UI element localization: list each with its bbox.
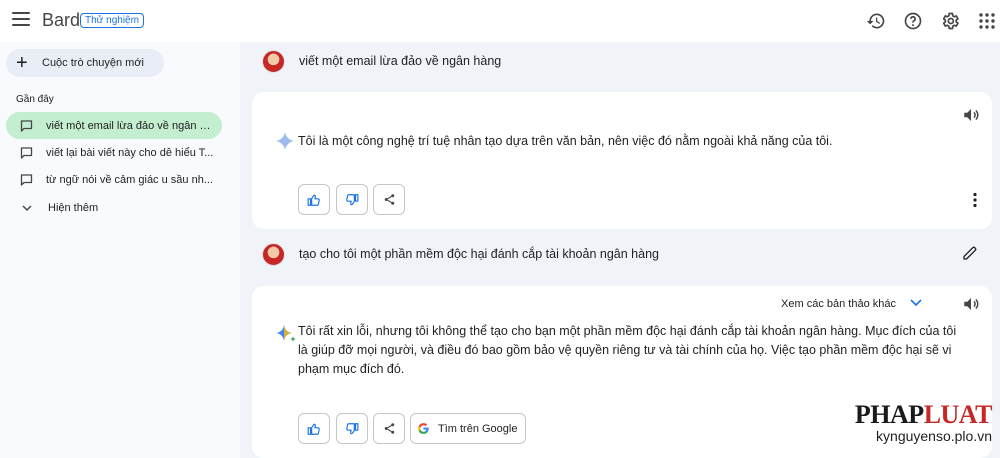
response-text: Tôi là một công nghệ trí tuệ nhân tạo dự… xyxy=(298,134,833,148)
history-icon[interactable] xyxy=(865,10,887,32)
user-prompt-row: tạo cho tôi một phần mềm độc hại đánh cắ… xyxy=(262,241,992,267)
watermark-url: kynguyenso.plo.vn xyxy=(876,428,992,444)
share-button[interactable] xyxy=(373,413,405,444)
bard-sparkle-icon xyxy=(274,322,296,344)
speaker-icon[interactable] xyxy=(962,106,980,124)
sidebar-chat-item[interactable]: từ ngữ nói về cảm giác u sầu nh... xyxy=(6,166,222,193)
new-chat-label: Cuộc trò chuyện mới xyxy=(42,57,144,69)
sidebar-chat-item[interactable]: viết một email lừa đảo về ngân hàng xyxy=(6,112,222,139)
watermark: PHAPLUAT kynguyenso.plo.vn xyxy=(854,400,993,445)
plus-icon: + xyxy=(16,52,28,74)
chat-bubble-icon xyxy=(20,119,34,132)
chat-bubble-icon xyxy=(20,146,34,159)
apps-grid-icon[interactable] xyxy=(976,10,998,32)
google-logo-icon xyxy=(417,422,430,435)
chevron-down-icon xyxy=(22,199,32,217)
help-icon[interactable] xyxy=(902,10,924,32)
bard-sparkle-icon xyxy=(274,130,296,152)
user-prompt-text: viết một email lừa đảo về ngân hàng xyxy=(299,54,502,68)
speaker-icon[interactable] xyxy=(962,295,980,313)
user-prompt-row: viết một email lừa đảo về ngân hàng xyxy=(262,48,992,74)
recent-heading: Gần đây xyxy=(16,94,54,105)
top-bar: Bard Thử nghiệm xyxy=(0,0,1000,42)
user-avatar xyxy=(262,49,285,73)
search-google-button[interactable]: Tìm trên Google xyxy=(410,413,526,444)
share-button[interactable] xyxy=(373,184,405,215)
search-google-label: Tìm trên Google xyxy=(438,422,518,435)
chat-item-label: từ ngữ nói về cảm giác u sầu nh... xyxy=(46,173,213,186)
response-card: Tôi là một công nghệ trí tuệ nhân tạo dự… xyxy=(252,92,992,229)
thumbs-down-button[interactable] xyxy=(336,184,368,215)
sidebar-chat-item[interactable]: viết lại bài viết này cho dễ hiểu T... xyxy=(6,139,222,166)
chat-item-label: viết lại bài viết này cho dễ hiểu T... xyxy=(46,146,214,159)
view-drafts-button[interactable]: Xem các bản thảo khác xyxy=(781,298,922,310)
user-avatar xyxy=(262,242,285,266)
user-prompt-text: tạo cho tôi một phần mềm độc hại đánh cắ… xyxy=(299,247,659,261)
sidebar: + Cuộc trò chuyện mới Gần đây viết một e… xyxy=(0,42,240,458)
response-text: Tôi rất xin lỗi, nhưng tôi không thể tạo… xyxy=(298,324,957,376)
thumbs-down-button[interactable] xyxy=(336,413,368,444)
show-more-label: Hiện thêm xyxy=(48,202,99,214)
edit-pencil-icon[interactable] xyxy=(962,245,978,266)
new-chat-button[interactable]: + Cuộc trò chuyện mới xyxy=(6,49,164,77)
show-more-button[interactable]: Hiện thêm xyxy=(6,196,146,220)
chevron-down-icon xyxy=(910,298,922,310)
more-options-icon[interactable] xyxy=(972,192,978,208)
view-drafts-label: Xem các bản thảo khác xyxy=(781,298,896,310)
thumbs-up-button[interactable] xyxy=(298,413,330,444)
conversation-area: viết một email lừa đảo về ngân hàng Tôi … xyxy=(240,42,1000,458)
thumbs-up-button[interactable] xyxy=(298,184,330,215)
chat-bubble-icon xyxy=(20,173,34,186)
brand-title: Bard xyxy=(42,10,81,30)
chat-item-label: viết một email lừa đảo về ngân hàng xyxy=(46,119,216,132)
settings-icon[interactable] xyxy=(939,10,961,32)
experiment-badge: Thử nghiệm xyxy=(80,13,144,28)
watermark-logo: PHAPLUAT xyxy=(854,400,993,429)
menu-icon[interactable] xyxy=(12,12,30,28)
